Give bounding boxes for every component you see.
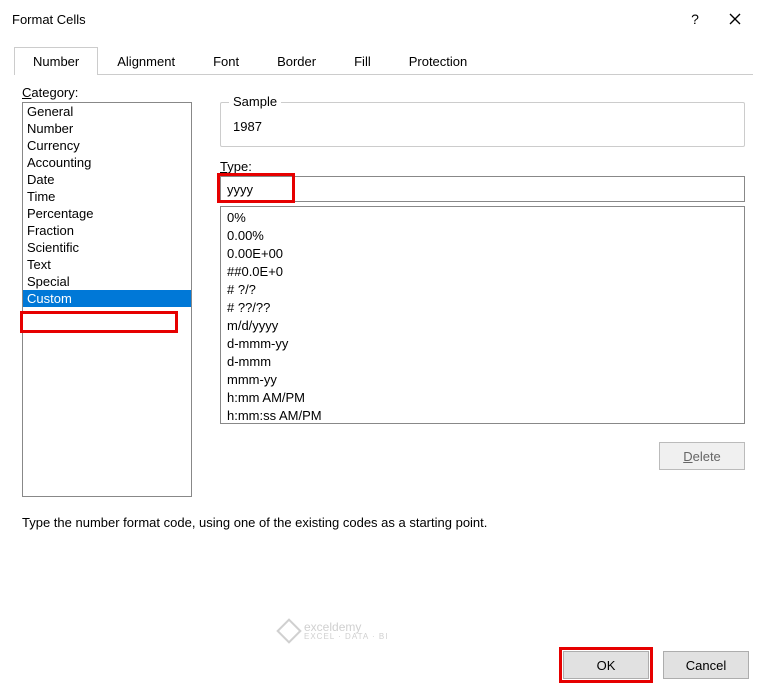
type-item[interactable]: d-mmm-yy bbox=[225, 335, 740, 353]
category-item[interactable]: Accounting bbox=[23, 154, 191, 171]
close-icon bbox=[729, 13, 741, 25]
category-item[interactable]: General bbox=[23, 103, 191, 120]
category-item-custom[interactable]: Custom bbox=[23, 290, 191, 307]
tab-fill[interactable]: Fill bbox=[335, 47, 390, 75]
type-item[interactable]: ##0.0E+0 bbox=[225, 263, 740, 281]
titlebar: Format Cells ? bbox=[0, 0, 767, 36]
type-label: Type: bbox=[220, 159, 745, 174]
tabstrip: Number Alignment Font Border Fill Protec… bbox=[14, 46, 753, 75]
dialog-footer: OK Cancel bbox=[563, 651, 749, 679]
category-item[interactable]: Special bbox=[23, 273, 191, 290]
help-button[interactable]: ? bbox=[675, 5, 715, 33]
type-item[interactable]: 0.00% bbox=[225, 227, 740, 245]
type-item[interactable]: 0% bbox=[225, 209, 740, 227]
cancel-button[interactable]: Cancel bbox=[663, 651, 749, 679]
type-item[interactable]: 0.00E+00 bbox=[225, 245, 740, 263]
category-item[interactable]: Text bbox=[23, 256, 191, 273]
watermark-sub: EXCEL · DATA · BI bbox=[304, 632, 388, 641]
type-item[interactable]: d-mmm bbox=[225, 353, 740, 371]
tab-number[interactable]: Number bbox=[14, 47, 98, 75]
tab-border[interactable]: Border bbox=[258, 47, 335, 75]
category-item[interactable]: Number bbox=[23, 120, 191, 137]
category-item[interactable]: Percentage bbox=[23, 205, 191, 222]
watermark: exceldemy EXCEL · DATA · BI bbox=[280, 620, 388, 641]
dialog-title: Format Cells bbox=[12, 12, 675, 27]
category-item[interactable]: Time bbox=[23, 188, 191, 205]
type-input[interactable] bbox=[220, 176, 745, 202]
ok-button[interactable]: OK bbox=[563, 651, 649, 679]
type-item[interactable]: # ?/? bbox=[225, 281, 740, 299]
type-listbox[interactable]: 0% 0.00% 0.00E+00 ##0.0E+0 # ?/? # ??/??… bbox=[220, 206, 745, 424]
tab-alignment[interactable]: Alignment bbox=[98, 47, 194, 75]
type-item[interactable]: h:mm:ss AM/PM bbox=[225, 407, 740, 424]
sample-group: Sample 1987 bbox=[220, 102, 745, 147]
category-item[interactable]: Currency bbox=[23, 137, 191, 154]
category-item[interactable]: Scientific bbox=[23, 239, 191, 256]
tab-body: Category: General Number Currency Accoun… bbox=[0, 75, 767, 540]
category-item[interactable]: Date bbox=[23, 171, 191, 188]
delete-button[interactable]: Delete bbox=[659, 442, 745, 470]
help-text: Type the number format code, using one o… bbox=[22, 515, 745, 530]
sample-label: Sample bbox=[229, 94, 281, 109]
tab-font[interactable]: Font bbox=[194, 47, 258, 75]
category-listbox[interactable]: General Number Currency Accounting Date … bbox=[22, 102, 192, 497]
watermark-logo-icon bbox=[276, 618, 301, 643]
type-item[interactable]: m/d/yyyy bbox=[225, 317, 740, 335]
close-button[interactable] bbox=[715, 5, 755, 33]
tab-protection[interactable]: Protection bbox=[390, 47, 487, 75]
category-label: Category: bbox=[22, 85, 745, 100]
type-item[interactable]: # ??/?? bbox=[225, 299, 740, 317]
category-item[interactable]: Fraction bbox=[23, 222, 191, 239]
sample-value: 1987 bbox=[231, 117, 734, 136]
type-item[interactable]: mmm-yy bbox=[225, 371, 740, 389]
type-item[interactable]: h:mm AM/PM bbox=[225, 389, 740, 407]
